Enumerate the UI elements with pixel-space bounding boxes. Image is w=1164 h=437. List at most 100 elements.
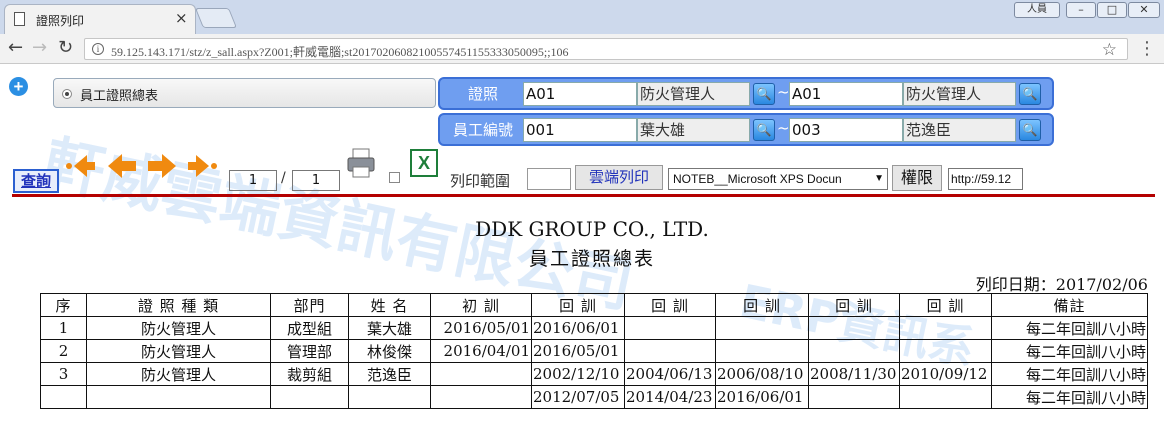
- table-cell: 防火管理人: [86, 316, 271, 340]
- column-header: 姓 名: [348, 293, 431, 317]
- from-code-field[interactable]: 001: [523, 118, 637, 142]
- first-page-icon[interactable]: [65, 153, 97, 179]
- column-header: 回 訓: [899, 293, 992, 317]
- report-title: 員工證照總表: [528, 248, 655, 270]
- page-separator: /: [281, 170, 286, 186]
- table-cell: [348, 385, 431, 409]
- excel-icon[interactable]: X: [410, 149, 438, 177]
- table-cell: [624, 316, 716, 340]
- table-cell: 2016/06/01: [531, 316, 625, 340]
- range-tilde: ~: [777, 119, 790, 137]
- search-icon[interactable]: 🔍: [753, 83, 775, 105]
- report-table: 序 證 照 種 類 部門 姓 名 初 訓 回 訓 回 訓 回 訓 回 訓 回 訓…: [40, 293, 1148, 409]
- star-icon[interactable]: ☆: [1102, 40, 1117, 60]
- table-cell: 2016/06/01: [715, 385, 809, 409]
- table-cell: 2002/12/10: [531, 362, 625, 386]
- next-page-icon[interactable]: [146, 153, 178, 179]
- checkbox[interactable]: [389, 172, 400, 183]
- criteria-label: 證照: [467, 85, 498, 103]
- browser-tab-bar: 證照列印 × 人員 – □ ✕: [0, 0, 1164, 34]
- radio-button[interactable]: [62, 89, 72, 99]
- table-cell: 2016/05/01: [531, 339, 625, 363]
- table-cell: 2008/11/30: [808, 362, 900, 386]
- to-name-field: 范逸臣: [903, 118, 1016, 142]
- table-cell: 防火管理人: [86, 339, 271, 363]
- column-header: 回 訓: [715, 293, 809, 317]
- table-cell: 2012/07/05: [531, 385, 625, 409]
- table-cell: 成型組: [270, 316, 349, 340]
- search-icon[interactable]: 🔍: [1019, 119, 1041, 141]
- report-option-label: 員工證照總表: [80, 89, 159, 104]
- cloud-print-button[interactable]: 雲端列印: [575, 165, 663, 190]
- divider: [12, 194, 1155, 197]
- current-page-input[interactable]: 1: [229, 170, 277, 191]
- report-option[interactable]: 員工證照總表: [53, 78, 436, 108]
- to-code-field[interactable]: A01: [789, 82, 903, 106]
- criteria-row-employee: 員工編號 001 葉大雄 🔍 ~ 003 范逸臣 🔍: [438, 113, 1054, 146]
- from-name-field: 防火管理人: [637, 82, 750, 106]
- criteria-row-license: 證照 A01 防火管理人 🔍 ~ A01 防火管理人 🔍: [438, 77, 1054, 110]
- back-icon[interactable]: ←: [8, 38, 23, 58]
- tab-title: 證照列印: [36, 14, 85, 28]
- add-icon[interactable]: +: [9, 77, 28, 96]
- page-icon: [14, 12, 25, 26]
- prev-page-icon[interactable]: [106, 153, 138, 179]
- table-row: 1 防火管理人 成型組 葉大雄 2016/05/01 2016/06/01 每二…: [40, 316, 1148, 340]
- table-cell: 裁剪組: [270, 362, 349, 386]
- print-range-input[interactable]: [527, 168, 571, 190]
- url-field[interactable]: http://59.12: [948, 168, 1023, 190]
- table-cell: 2016/05/01: [430, 316, 532, 340]
- table-cell: 每二年回訓八小時: [991, 362, 1148, 386]
- minimize-icon[interactable]: –: [1066, 2, 1096, 18]
- table-cell: 每二年回訓八小時: [991, 339, 1148, 363]
- table-row: 2 防火管理人 管理部 林俊傑 2016/04/01 2016/05/01 每二…: [40, 339, 1148, 363]
- table-cell: [715, 316, 809, 340]
- range-tilde: ~: [777, 83, 790, 101]
- print-range-label: 列印範圍: [450, 172, 511, 190]
- column-header: 備註: [991, 293, 1148, 317]
- maximize-icon[interactable]: □: [1097, 2, 1127, 18]
- search-icon[interactable]: 🔍: [753, 119, 775, 141]
- table-cell: 每二年回訓八小時: [991, 385, 1148, 409]
- permission-button[interactable]: 權限: [892, 165, 942, 191]
- table-cell: 3: [40, 362, 87, 386]
- url-text[interactable]: 59.125.143.171/stz/z_sall.aspx?Z001;軒威電腦…: [111, 43, 569, 60]
- address-bar[interactable]: i 59.125.143.171/stz/z_sall.aspx?Z001;軒威…: [84, 38, 1128, 60]
- close-icon[interactable]: ×: [175, 9, 188, 27]
- table-cell: 防火管理人: [86, 362, 271, 386]
- search-icon[interactable]: 🔍: [1019, 83, 1041, 105]
- table-cell: 管理部: [270, 339, 349, 363]
- table-cell: [270, 385, 349, 409]
- table-cell: [430, 362, 532, 386]
- forward-icon[interactable]: →: [32, 38, 47, 58]
- column-header: 部門: [270, 293, 349, 317]
- column-header: 回 訓: [531, 293, 625, 317]
- table-cell: [808, 385, 900, 409]
- query-button[interactable]: 查詢: [13, 169, 59, 193]
- table-cell: [40, 385, 87, 409]
- table-header-row: 序 證 照 種 類 部門 姓 名 初 訓 回 訓 回 訓 回 訓 回 訓 回 訓…: [40, 293, 1148, 317]
- from-name-field: 葉大雄: [637, 118, 750, 142]
- table-cell: 林俊傑: [348, 339, 431, 363]
- close-window-icon[interactable]: ✕: [1128, 2, 1160, 18]
- printer-select[interactable]: NOTEB__Microsoft XPS Docun ▼: [668, 168, 888, 190]
- table-row: 3 防火管理人 裁剪組 范逸臣 2002/12/10 2004/06/13 20…: [40, 362, 1148, 386]
- table-cell: 2004/06/13: [624, 362, 716, 386]
- menu-icon[interactable]: ⋮: [1138, 38, 1156, 60]
- last-page-icon[interactable]: [186, 153, 218, 179]
- new-tab-button[interactable]: [194, 8, 238, 28]
- browser-toolbar: ← → ↻ i 59.125.143.171/stz/z_sall.aspx?Z…: [0, 34, 1164, 64]
- info-icon[interactable]: i: [92, 43, 104, 55]
- profile-button[interactable]: 人員: [1014, 2, 1060, 18]
- table-cell: 葉大雄: [348, 316, 431, 340]
- printer-icon[interactable]: [346, 147, 376, 181]
- total-pages: 1: [292, 170, 340, 191]
- from-code-field[interactable]: A01: [523, 82, 637, 106]
- table-cell: [899, 316, 992, 340]
- reload-icon[interactable]: ↻: [58, 38, 73, 58]
- browser-tab[interactable]: 證照列印 ×: [4, 4, 196, 34]
- table-cell: [715, 339, 809, 363]
- to-code-field[interactable]: 003: [789, 118, 903, 142]
- criteria-label: 員工編號: [452, 121, 513, 139]
- table-cell: 2014/04/23: [624, 385, 716, 409]
